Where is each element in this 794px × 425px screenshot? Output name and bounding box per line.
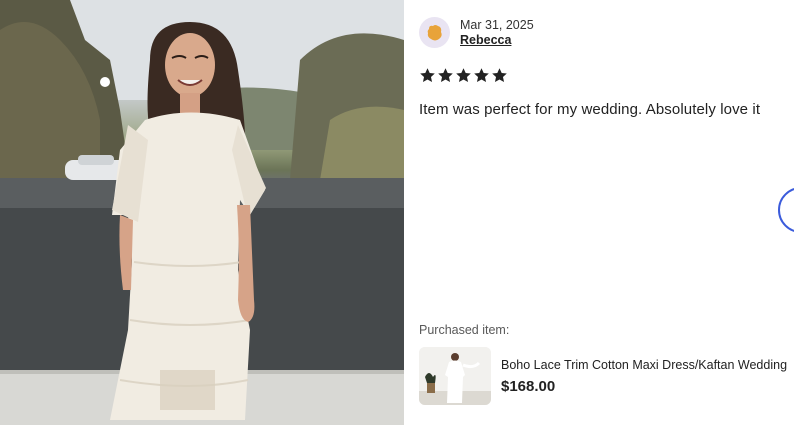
review-photo-illustration (0, 0, 404, 425)
star-icon (456, 68, 471, 83)
star-rating (419, 67, 508, 84)
purchased-item-price: $168.00 (501, 378, 556, 395)
star-icon (438, 68, 453, 83)
star-icon (492, 68, 507, 83)
star-icon (474, 68, 489, 83)
next-review-button[interactable] (778, 187, 794, 233)
review-panel: Mar 31, 2025 Rebecca Item was perfect fo… (404, 0, 794, 425)
purchased-item-label: Purchased item: (419, 323, 510, 337)
review-photo[interactable] (0, 0, 404, 425)
reviewer-name-link[interactable]: Rebecca (460, 33, 511, 47)
purchased-item-title-link[interactable]: Boho Lace Trim Cotton Maxi Dress/Kaftan … (501, 358, 791, 372)
review-text: Item was perfect for my wedding. Absolut… (419, 101, 761, 118)
star-icon (420, 68, 435, 83)
review-date: Mar 31, 2025 (460, 18, 534, 32)
purchased-item-thumbnail[interactable] (419, 347, 491, 405)
dress-thumbnail-image (419, 347, 491, 405)
avatar-blob-icon (427, 24, 442, 40)
reviewer-avatar[interactable] (419, 17, 450, 48)
